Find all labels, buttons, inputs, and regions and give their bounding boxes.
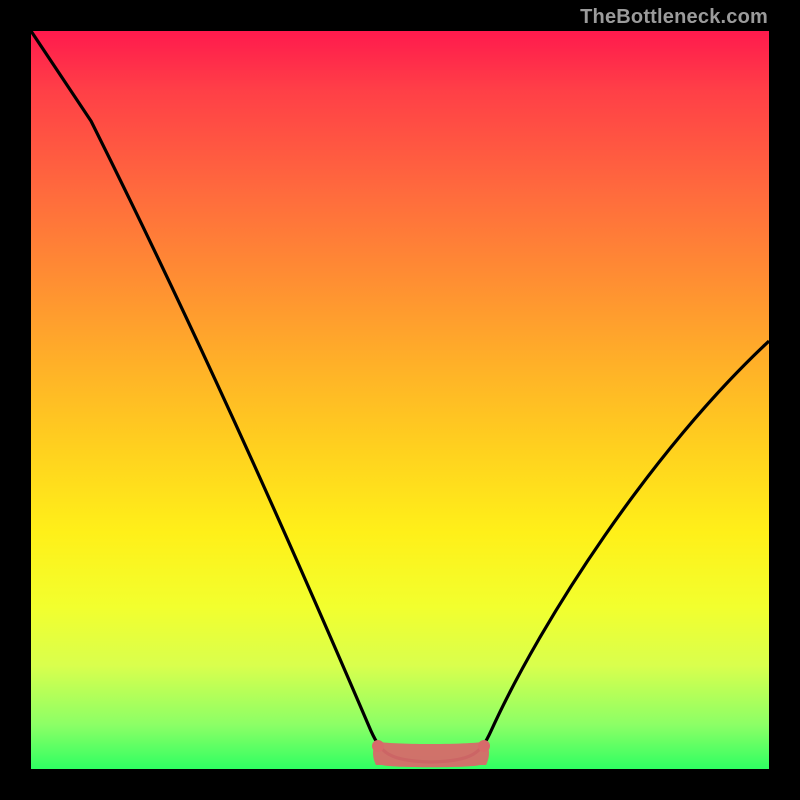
optimal-band-shape	[373, 741, 489, 767]
optimal-band	[370, 735, 492, 771]
bottleneck-curve	[31, 31, 769, 769]
chart-frame: TheBottleneck.com	[0, 0, 800, 800]
attribution-text: TheBottleneck.com	[580, 6, 768, 29]
band-cap-right	[478, 740, 490, 752]
plot-area	[31, 31, 769, 769]
curve-path	[31, 31, 769, 762]
band-cap-left	[372, 740, 384, 752]
